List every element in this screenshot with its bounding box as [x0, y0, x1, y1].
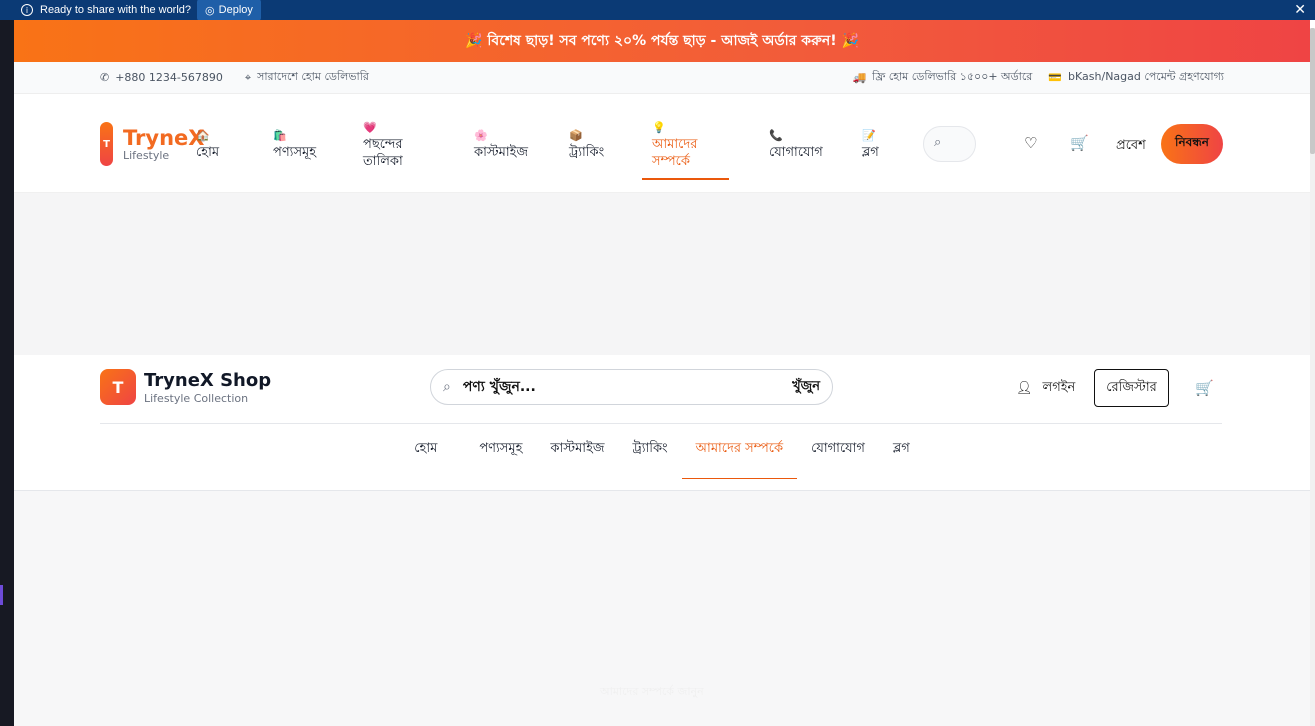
search-icon: ⌕: [934, 135, 942, 150]
search-submit-button[interactable]: খুঁজুন: [792, 377, 820, 398]
deploy-button[interactable]: ◎ Deploy: [197, 0, 261, 21]
phone-info: ✆ +880 1234-567890: [100, 71, 223, 84]
nav-contact-label: যোগাযোগ: [769, 145, 823, 160]
delivery-info: 🚚 ফ্রি হোম ডেলিভারি ১৫০০+ অর্ডারে: [852, 68, 1032, 87]
nav-home-label: হোম: [196, 145, 220, 160]
location-info: ⌖ সারাদেশে হোম ডেলিভারি: [245, 68, 369, 87]
top-info-bar: ✆ +880 1234-567890 ⌖ সারাদেশে হোম ডেলিভারি…: [14, 62, 1310, 94]
product-search-bar[interactable]: ⌕ পণ্য খুঁজুন... খুঁজুন: [430, 369, 833, 405]
wishlist-heart-icon[interactable]: ♡: [1024, 134, 1037, 152]
faint-heading: আমাদের সম্পর্কে জানুন: [600, 685, 704, 698]
nav-contact[interactable]: 📞 যোগাযোগ: [769, 127, 823, 161]
secondary-nav: হোম পণ্যসমূহ কাস্টমাইজ ট্র্যাকিং আমাদের …: [14, 439, 1310, 479]
payment-text: bKash/Nagad পেমেন্ট গ্রহণযোগ্য: [1068, 70, 1224, 83]
deploy-bar: i Ready to share with the world? ◎ Deplo…: [0, 0, 1315, 21]
search-button[interactable]: ⌕: [923, 126, 976, 162]
flower-icon: 🌸: [474, 129, 488, 142]
location-pin-icon: ⌖: [244, 70, 252, 84]
phone-icon: ✆: [100, 71, 110, 84]
card-icon: 💳: [1048, 71, 1063, 84]
nav2-blog[interactable]: ব্লগ: [879, 439, 924, 479]
login-button[interactable]: 👤︎ লগইন: [1016, 378, 1075, 399]
nav-customize-label: কাস্টমাইজ: [474, 145, 529, 160]
scrollbar-thumb[interactable]: [1310, 28, 1315, 154]
editor-edge: [0, 20, 14, 726]
truck-icon: 🚚: [852, 71, 867, 84]
logo-subtitle: Lifestyle: [123, 148, 170, 162]
nav-about[interactable]: 💡 আমাদের সম্পর্কে: [642, 119, 729, 180]
scrollbar[interactable]: [1310, 28, 1315, 726]
nav-home[interactable]: 🏠 হোম: [196, 127, 219, 161]
nav2-customize[interactable]: কাস্টমাইজ: [536, 439, 618, 479]
shop-logo[interactable]: T TryneX Shop Lifestyle Collection: [100, 369, 271, 405]
nav-wishlist[interactable]: 💗 পছন্দের তালিকা: [363, 119, 423, 170]
main-header: T TryneX Lifestyle 🏠 হোম 🛍️ পণ্যসমূহ 💗 প…: [14, 94, 1310, 193]
search-input[interactable]: পণ্য খুঁজুন...: [463, 375, 536, 399]
main-content: আমাদের সম্পর্কে জানুন: [14, 491, 1310, 726]
header-divider: [100, 423, 1222, 424]
nav-blog[interactable]: 📝 ব্লগ: [862, 127, 879, 161]
cart-icon[interactable]: 🛒: [1195, 379, 1214, 397]
nav2-contact[interactable]: যোগাযোগ: [797, 439, 879, 479]
nav-customize[interactable]: 🌸 কাস্টমাইজ: [474, 127, 528, 161]
nav2-home[interactable]: হোম: [400, 439, 465, 479]
shopping-bag-icon: 🛍️: [273, 129, 287, 142]
deploy-message: Ready to share with the world?: [40, 4, 192, 16]
logo-name: TryneX: [123, 125, 205, 150]
shop-logo-name: TryneX Shop: [144, 369, 272, 391]
nav-about-label: আমাদের সম্পর্কে: [652, 137, 698, 169]
location-text: সারাদেশে হোম ডেলিভারি: [257, 70, 369, 83]
logo-mark: T: [100, 122, 113, 166]
page: 🎉 বিশেষ ছাড়! সব পণ্যে ২০% পর্যন্ত ছাড় …: [14, 20, 1310, 726]
phone-receiver-icon: 📞: [769, 129, 783, 142]
nav-products[interactable]: 🛍️ পণ্যসমূহ: [273, 127, 316, 161]
nav-tracking-label: ট্র্যাকিং: [569, 145, 605, 160]
secondary-header: T TryneX Shop Lifestyle Collection ⌕ পণ্…: [14, 355, 1310, 491]
user-icon: 👤︎: [1016, 381, 1033, 396]
login-link[interactable]: প্রবেশ: [1116, 136, 1146, 157]
nav-blog-label: ব্লগ: [862, 145, 879, 160]
shop-logo-subtitle: Lifestyle Collection: [144, 391, 249, 405]
nav2-about[interactable]: আমাদের সম্পর্কে: [681, 439, 798, 479]
cart-icon[interactable]: 🛒: [1070, 134, 1089, 152]
phone-text: +880 1234-567890: [115, 71, 223, 84]
search-icon: ⌕: [443, 379, 451, 395]
logo[interactable]: T TryneX Lifestyle: [100, 122, 204, 166]
activity-marker: [0, 585, 3, 605]
home-icon: 🏠: [196, 129, 210, 142]
nav-products-label: পণ্যসমূহ: [273, 145, 317, 160]
login-label: লগইন: [1042, 380, 1076, 395]
shop-logo-mark: T: [100, 369, 136, 405]
memo-icon: 📝: [862, 129, 876, 142]
nav2-products[interactable]: পণ্যসমূহ: [465, 439, 536, 479]
deploy-label: Deploy: [218, 4, 253, 16]
hero-placeholder: [14, 193, 1310, 355]
info-icon: i: [21, 4, 33, 16]
lightbulb-icon: 💡: [652, 121, 666, 134]
rocket-icon: ◎: [205, 4, 215, 17]
heart-icon: 💗: [363, 121, 377, 134]
nav2-tracking[interactable]: ট্র্যাকিং: [618, 439, 681, 479]
delivery-text: ফ্রি হোম ডেলিভারি ১৫০০+ অর্ডারে: [872, 70, 1033, 83]
nav-tracking[interactable]: 📦 ট্র্যাকিং: [569, 127, 604, 161]
register-button-outline[interactable]: রেজিস্টার: [1094, 369, 1169, 407]
close-icon[interactable]: ✕: [1294, 2, 1306, 18]
promo-banner: 🎉 বিশেষ ছাড়! সব পণ্যে ২০% পর্যন্ত ছাড় …: [14, 20, 1310, 62]
payment-info: 💳 bKash/Nagad পেমেন্ট গ্রহণযোগ্য: [1048, 68, 1224, 87]
register-button[interactable]: নিবন্ধন: [1161, 124, 1223, 164]
nav-wishlist-label: পছন্দের তালিকা: [363, 137, 403, 169]
package-icon: 📦: [569, 129, 583, 142]
